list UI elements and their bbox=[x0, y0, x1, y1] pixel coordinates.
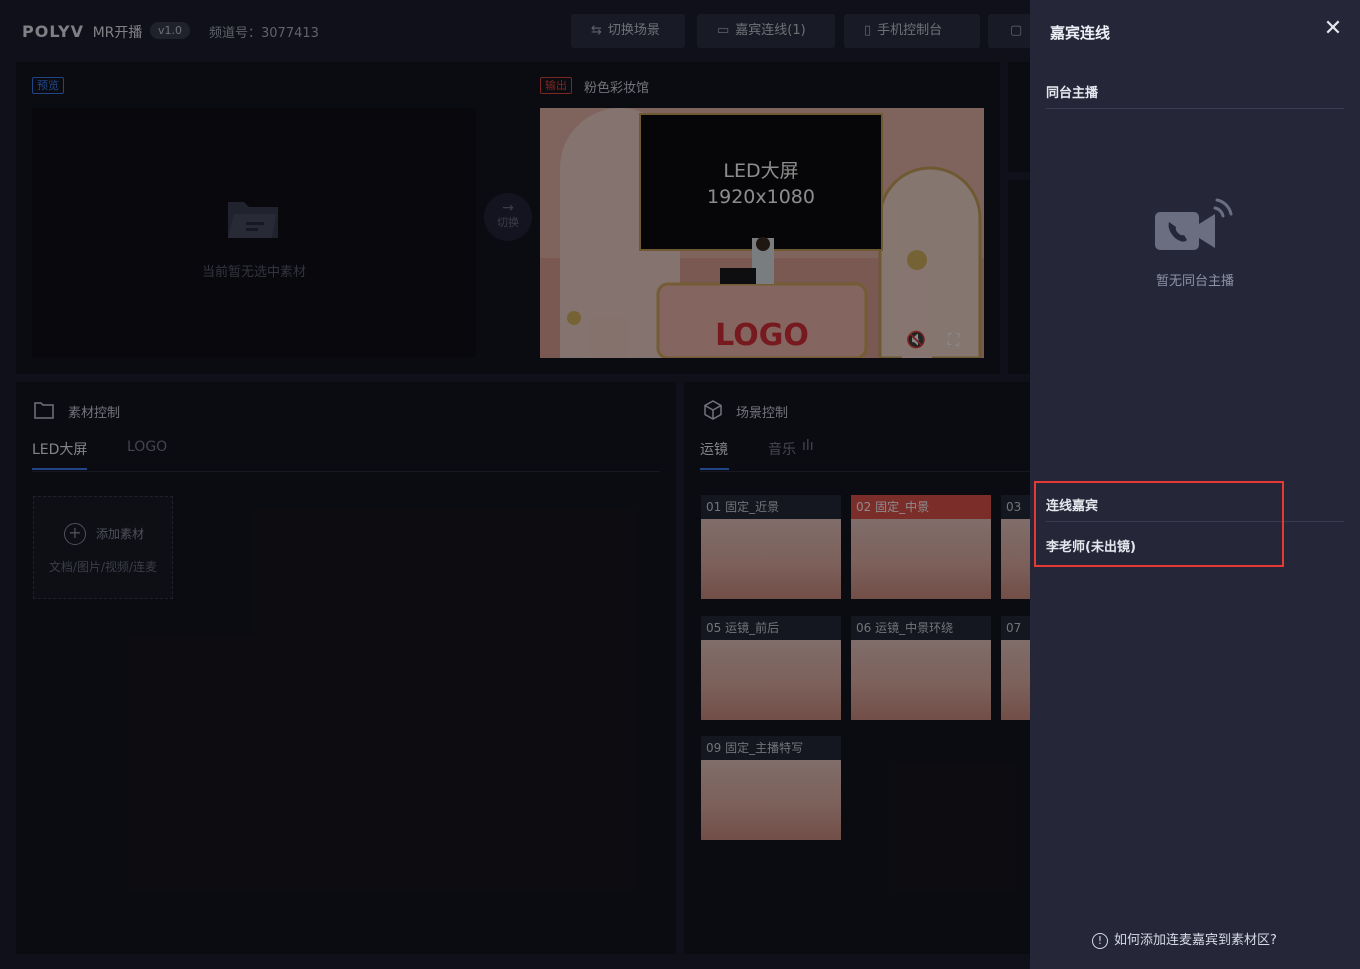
info-icon: ! bbox=[1092, 933, 1108, 949]
modal-overlay[interactable] bbox=[0, 0, 1030, 969]
no-co-host-text: 暂无同台主播 bbox=[1155, 274, 1234, 289]
video-call-icon bbox=[1155, 198, 1233, 250]
divider bbox=[1046, 108, 1344, 109]
close-icon[interactable]: ✕ bbox=[1322, 18, 1344, 40]
co-host-section-title: 同台主播 bbox=[1046, 86, 1099, 101]
highlight-box bbox=[1034, 481, 1284, 567]
help-link[interactable]: ! 如何添加连麦嘉宾到素材区? bbox=[1092, 929, 1277, 949]
drawer-title: 嘉宾连线 bbox=[1050, 24, 1111, 42]
